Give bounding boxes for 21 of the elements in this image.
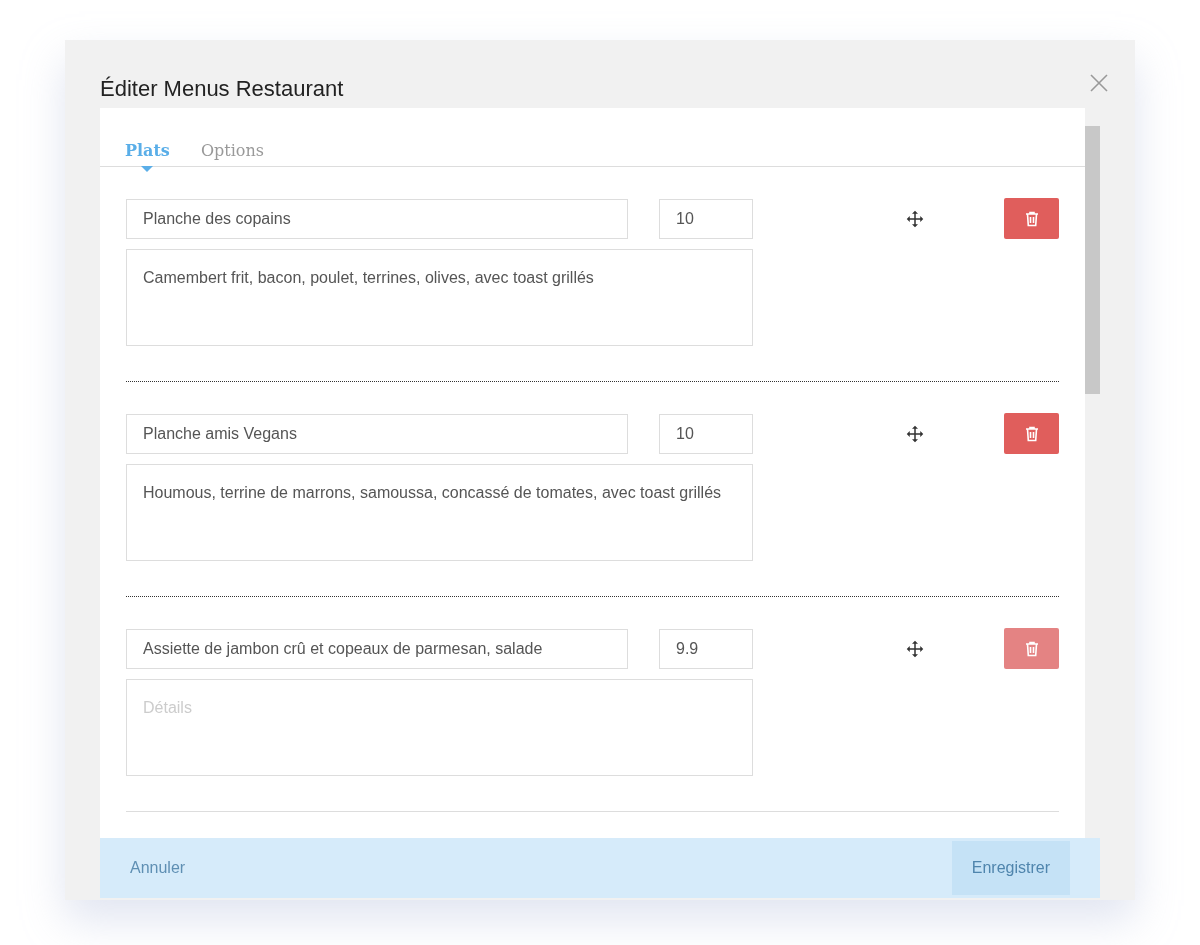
move-icon[interactable] <box>906 639 924 658</box>
trash-icon <box>1024 210 1039 227</box>
move-icon[interactable] <box>906 209 924 228</box>
price-field[interactable]: 10 <box>659 413 753 454</box>
price-field[interactable]: 9.9 <box>659 628 753 669</box>
dish-name-field[interactable]: Assiette de jambon crû et copeaux de parmesan, salade <box>126 628 628 669</box>
close-icon <box>1090 74 1108 92</box>
delete-button[interactable] <box>1004 628 1059 669</box>
delete-button[interactable] <box>1004 413 1059 454</box>
details-field[interactable]: Camembert frit, bacon, poulet, terrines, olives, avec toast grillés <box>126 249 753 346</box>
trash-icon <box>1024 640 1039 657</box>
price-field[interactable]: 10 <box>659 198 753 239</box>
move-icon[interactable] <box>906 424 924 443</box>
close-button[interactable] <box>1090 74 1108 92</box>
dialog-title: Éditer Menus Restaurant <box>100 75 344 103</box>
active-tab-pointer <box>141 166 154 172</box>
dish-name-field[interactable]: Planche des copains <box>126 198 628 239</box>
trash-icon <box>1024 425 1039 442</box>
details-field[interactable]: Houmous, terrine de marrons, samoussa, concassé de tomates, avec toast grillés <box>126 464 753 561</box>
dish-name-field[interactable]: Planche amis Vegans <box>126 413 628 454</box>
delete-button[interactable] <box>1004 198 1059 239</box>
